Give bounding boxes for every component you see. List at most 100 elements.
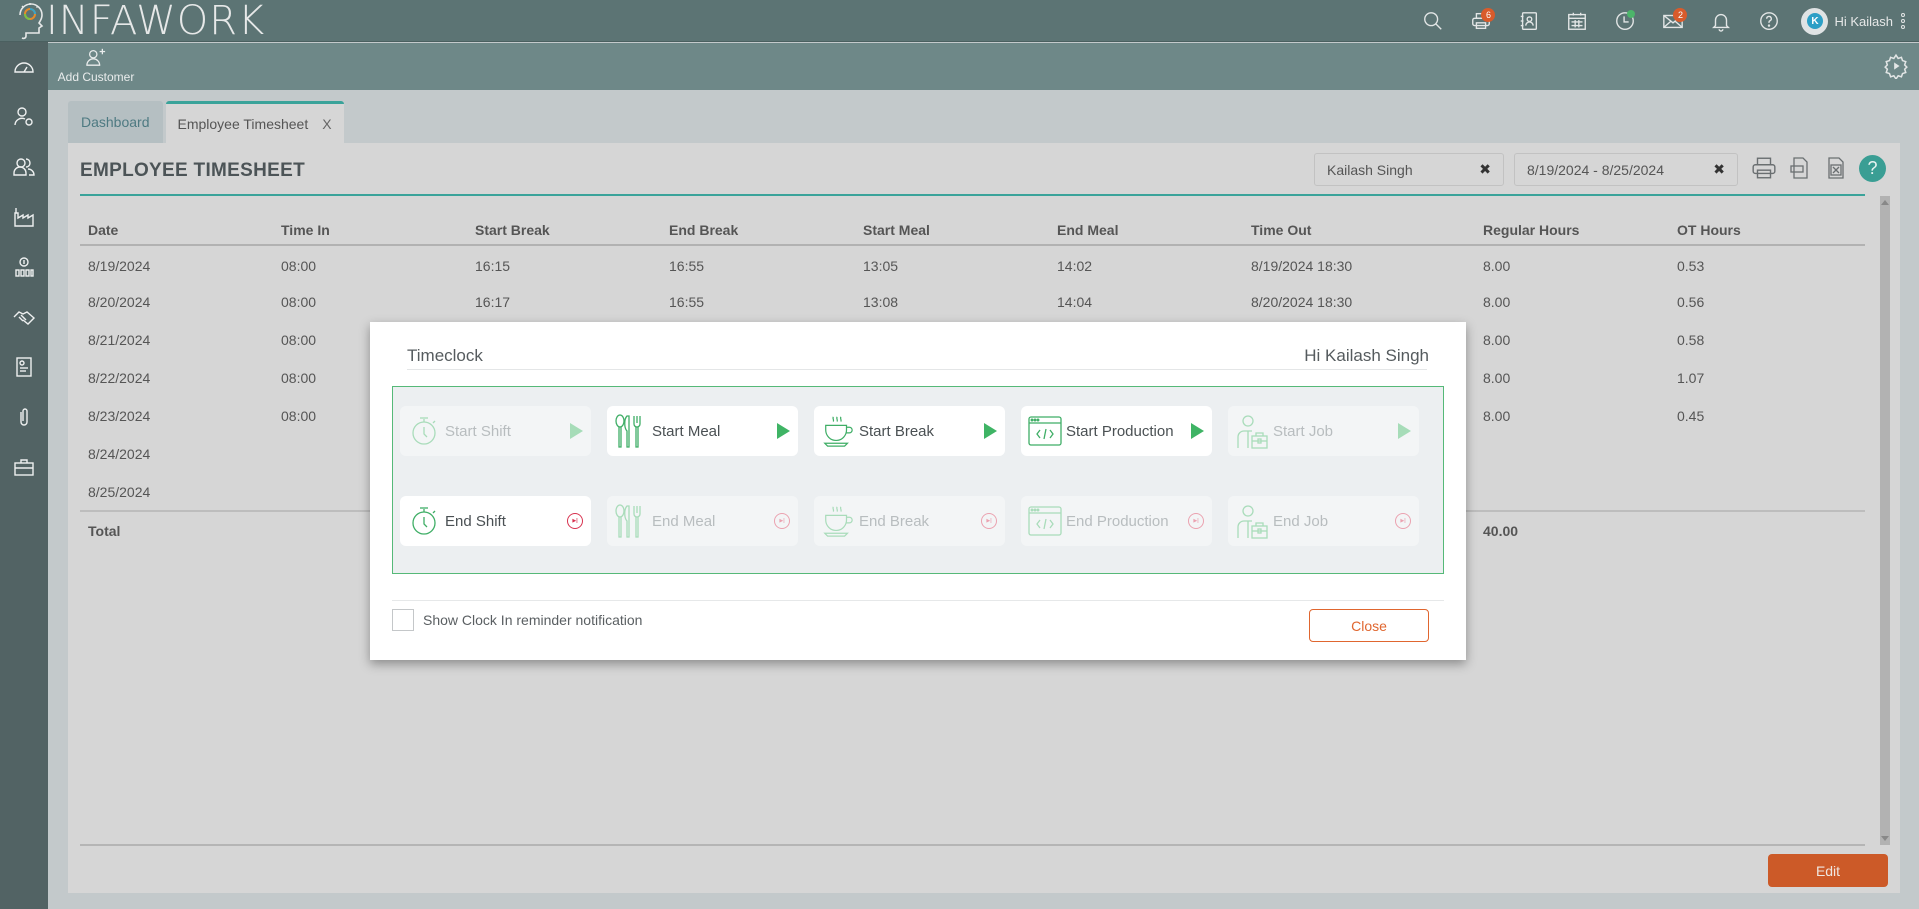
start-production-label: Start Production	[1066, 422, 1174, 440]
employee-filter[interactable]: Kailash Singh ✖	[1314, 153, 1504, 186]
kebab-menu-icon[interactable]	[1901, 13, 1905, 29]
cell-start-break: 16:15	[475, 257, 511, 274]
cell-end-break: 16:55	[669, 294, 705, 310]
total-regular-hours: 40.00	[1475, 510, 1669, 549]
contacts-button[interactable]	[1505, 0, 1553, 42]
add-customer-button[interactable]: Add Customer	[56, 47, 136, 84]
tab-dashboard[interactable]: Dashboard	[68, 101, 163, 143]
close-button[interactable]: Close	[1309, 609, 1429, 642]
handshake-icon	[13, 311, 36, 325]
sidebar	[0, 42, 48, 909]
bell-icon	[1712, 13, 1731, 32]
scroll-up-arrow[interactable]	[1881, 200, 1889, 205]
start-break-button[interactable]: Start Break	[814, 406, 1005, 456]
reminder-checkbox[interactable]: Show Clock In reminder notification	[392, 609, 642, 631]
page-title: EMPLOYEE TIMESHEET	[80, 160, 305, 181]
bulb-logo-icon	[19, 3, 44, 40]
start-production-button[interactable]: Start Production	[1021, 406, 1212, 456]
modal-footer-divider	[392, 600, 1444, 601]
date-range-filter[interactable]: 8/19/2024 - 8/25/2024 ✖	[1514, 153, 1738, 186]
sidebar-item-jobs[interactable]	[0, 442, 48, 492]
cell-time-out: 8/20/2024 18:30	[1251, 294, 1353, 310]
top-bar: INFAWORK 6 2 K Hi Kailash	[0, 0, 1919, 42]
calendar-button[interactable]	[1553, 0, 1601, 42]
print-queue-button[interactable]: 6	[1457, 0, 1505, 42]
cell-ot-hours	[1669, 435, 1865, 473]
reminder-label: Show Clock In reminder notification	[423, 612, 643, 628]
document-icon	[16, 357, 32, 377]
table-row[interactable]: 8/19/2024 08:00 16:15 16:55 13:05 14:02 8/19/2…	[80, 245, 1865, 283]
tab-employee-timesheet[interactable]: Employee Timesheet X	[165, 101, 344, 143]
tab-bar: Dashboard Employee Timesheet X	[68, 101, 344, 143]
notifications-button[interactable]	[1697, 0, 1745, 42]
sidebar-item-customers[interactable]	[0, 142, 48, 192]
cell-date: 8/25/2024	[88, 483, 151, 500]
sidebar-item-finance[interactable]	[0, 242, 48, 292]
end-break-button[interactable]: End Break ▶|	[814, 496, 1005, 546]
tab-close-button[interactable]: X	[322, 116, 331, 132]
table-row[interactable]: 8/20/2024 08:00 16:17 16:55 13:08 14:04 8/20/2…	[80, 283, 1865, 321]
clear-employee-button[interactable]: ✖	[1479, 161, 1491, 178]
modal-greeting: Hi Kailash Singh	[1304, 346, 1429, 365]
user-menu[interactable]: K Hi Kailash	[1793, 0, 1919, 42]
col-time-out: Time Out	[1243, 215, 1475, 246]
sidebar-item-attachments[interactable]	[0, 392, 48, 442]
help-button[interactable]	[1745, 0, 1793, 42]
search-button[interactable]	[1409, 0, 1457, 42]
print-button[interactable]	[1751, 154, 1777, 182]
start-shift-button[interactable]: Start Shift	[400, 406, 591, 456]
total-ot-hours	[1669, 510, 1865, 549]
code-window-icon	[1028, 413, 1062, 449]
sidebar-item-user-settings[interactable]	[0, 92, 48, 142]
end-break-label: End Break	[859, 512, 930, 530]
stop-icon: ▶|	[1395, 513, 1411, 529]
export-pdf-button[interactable]	[1787, 154, 1813, 182]
contacts-icon	[1521, 12, 1538, 30]
cell-end-break: 16:55	[669, 257, 705, 274]
sidebar-item-reports[interactable]	[0, 342, 48, 392]
settings-button[interactable]	[1883, 53, 1909, 81]
cutlery-icon	[614, 503, 648, 539]
cell-time-in: 08:00	[281, 294, 317, 310]
sidebar-item-deals[interactable]	[0, 292, 48, 342]
excel-icon	[1828, 157, 1844, 179]
end-shift-button[interactable]: End Shift ▶|	[400, 496, 591, 546]
cell-start-meal: 13:05	[863, 257, 899, 274]
top-icon-bar: 6 2 K Hi Kailash	[1409, 0, 1919, 42]
edit-button[interactable]: Edit	[1768, 854, 1888, 887]
clear-date-button[interactable]: ✖	[1713, 161, 1725, 178]
cell-end-meal: 14:04	[1057, 294, 1093, 310]
end-production-button[interactable]: End Production ▶|	[1021, 496, 1212, 546]
pdf-icon	[1790, 157, 1808, 179]
col-start-meal: Start Meal	[855, 215, 1049, 246]
start-meal-button[interactable]: Start Meal	[607, 406, 798, 456]
cell-regular-hours	[1475, 473, 1669, 511]
scroll-down-arrow[interactable]	[1881, 836, 1889, 841]
page-help-button[interactable]: ?	[1859, 154, 1886, 182]
end-meal-button[interactable]: End Meal ▶|	[607, 496, 798, 546]
stop-icon: ▶|	[774, 513, 790, 529]
speedometer-icon	[14, 62, 34, 73]
export-excel-button[interactable]	[1823, 154, 1849, 182]
timeclock-modal: Timeclock Hi Kailash Singh Start Shift St…	[370, 322, 1466, 660]
cell-start-break: 16:17	[475, 294, 511, 310]
timeclock-button[interactable]	[1601, 0, 1649, 42]
end-job-button[interactable]: End Job ▶|	[1228, 496, 1419, 546]
stopwatch-icon	[407, 503, 441, 539]
app-logo[interactable]: INFAWORK	[14, 0, 265, 42]
start-job-button[interactable]: Start Job	[1228, 406, 1419, 456]
messages-button[interactable]: 2	[1649, 0, 1697, 42]
calendar-icon	[1568, 12, 1587, 30]
sidebar-item-production[interactable]	[0, 192, 48, 242]
col-start-break: Start Break	[467, 215, 661, 246]
reminder-checkbox-box[interactable]	[392, 609, 414, 631]
col-date: Date	[80, 215, 273, 246]
paperclip-icon	[20, 408, 28, 426]
col-end-meal: End Meal	[1049, 215, 1243, 246]
cell-ot-hours: 0.58	[1677, 332, 1705, 348]
table-scrollbar[interactable]	[1880, 196, 1890, 845]
sidebar-item-dashboard[interactable]	[0, 42, 48, 92]
table-bottom-divider	[80, 844, 1865, 846]
title-divider	[80, 194, 1865, 196]
cell-end-meal: 14:02	[1057, 257, 1093, 274]
